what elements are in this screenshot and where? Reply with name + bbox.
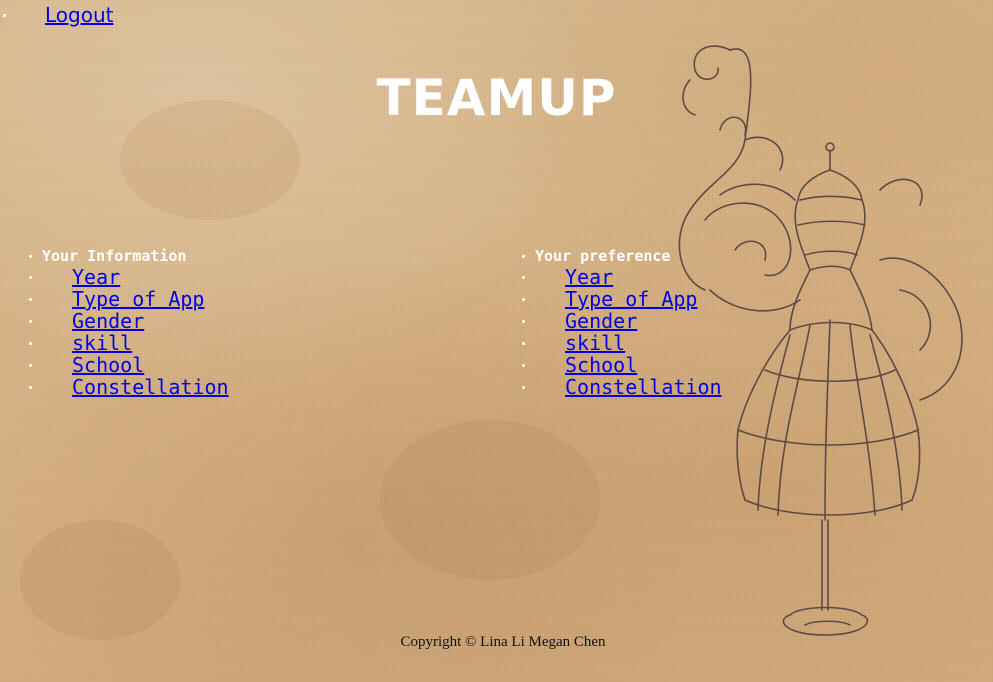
bullet-icon xyxy=(522,255,525,258)
info-item-school: School xyxy=(28,354,229,376)
info-item-type-of-app: Type of App xyxy=(28,288,229,310)
info-constellation-link[interactable]: Constellation xyxy=(72,375,229,399)
preference-heading-label: Your preference xyxy=(535,247,671,265)
bullet-icon xyxy=(3,14,6,17)
pref-item-year: Year xyxy=(521,266,722,288)
info-list: Your Information Year Type of App Gender… xyxy=(28,246,229,398)
info-item-skill: skill xyxy=(28,332,229,354)
pref-item-school: School xyxy=(521,354,722,376)
bullet-icon xyxy=(522,386,525,389)
bullet-icon xyxy=(522,320,525,323)
bullet-icon xyxy=(29,255,32,258)
bullet-icon xyxy=(29,276,32,279)
pref-school-link[interactable]: School xyxy=(565,353,637,377)
bullet-icon xyxy=(29,342,32,345)
bullet-icon xyxy=(522,298,525,301)
logout-link[interactable]: Logout xyxy=(45,3,113,27)
info-skill-link[interactable]: skill xyxy=(72,331,132,355)
bullet-icon xyxy=(29,364,32,367)
info-item-constellation: Constellation xyxy=(28,376,229,398)
info-year-link[interactable]: Year xyxy=(72,265,120,289)
pref-skill-link[interactable]: skill xyxy=(565,331,625,355)
stain xyxy=(20,520,180,640)
pref-item-gender: Gender xyxy=(521,310,722,332)
info-heading-label: Your Information xyxy=(42,247,187,265)
pref-item-constellation: Constellation xyxy=(521,376,722,398)
stain xyxy=(380,420,600,580)
preference-heading: Your preference xyxy=(521,246,722,266)
preference-list: Your preference Year Type of App Gender … xyxy=(521,246,722,398)
info-heading: Your Information xyxy=(28,246,229,266)
info-school-link[interactable]: School xyxy=(72,353,144,377)
top-nav: Logout xyxy=(0,3,113,27)
info-type-of-app-link[interactable]: Type of App xyxy=(72,287,204,311)
pref-year-link[interactable]: Year xyxy=(565,265,613,289)
pref-item-type-of-app: Type of App xyxy=(521,288,722,310)
pref-item-skill: skill xyxy=(521,332,722,354)
nav-item-logout: Logout xyxy=(0,3,113,27)
bullet-icon xyxy=(29,386,32,389)
pref-gender-link[interactable]: Gender xyxy=(565,309,637,333)
info-gender-link[interactable]: Gender xyxy=(72,309,144,333)
copyright-footer: Copyright © Lina Li Megan Chen xyxy=(400,634,606,650)
pref-constellation-link[interactable]: Constellation xyxy=(565,375,722,399)
bullet-icon xyxy=(522,342,525,345)
bullet-icon xyxy=(29,298,32,301)
info-item-year: Year xyxy=(28,266,229,288)
info-item-gender: Gender xyxy=(28,310,229,332)
bullet-icon xyxy=(522,364,525,367)
bullet-icon xyxy=(522,276,525,279)
pref-type-of-app-link[interactable]: Type of App xyxy=(565,287,697,311)
bullet-icon xyxy=(29,320,32,323)
